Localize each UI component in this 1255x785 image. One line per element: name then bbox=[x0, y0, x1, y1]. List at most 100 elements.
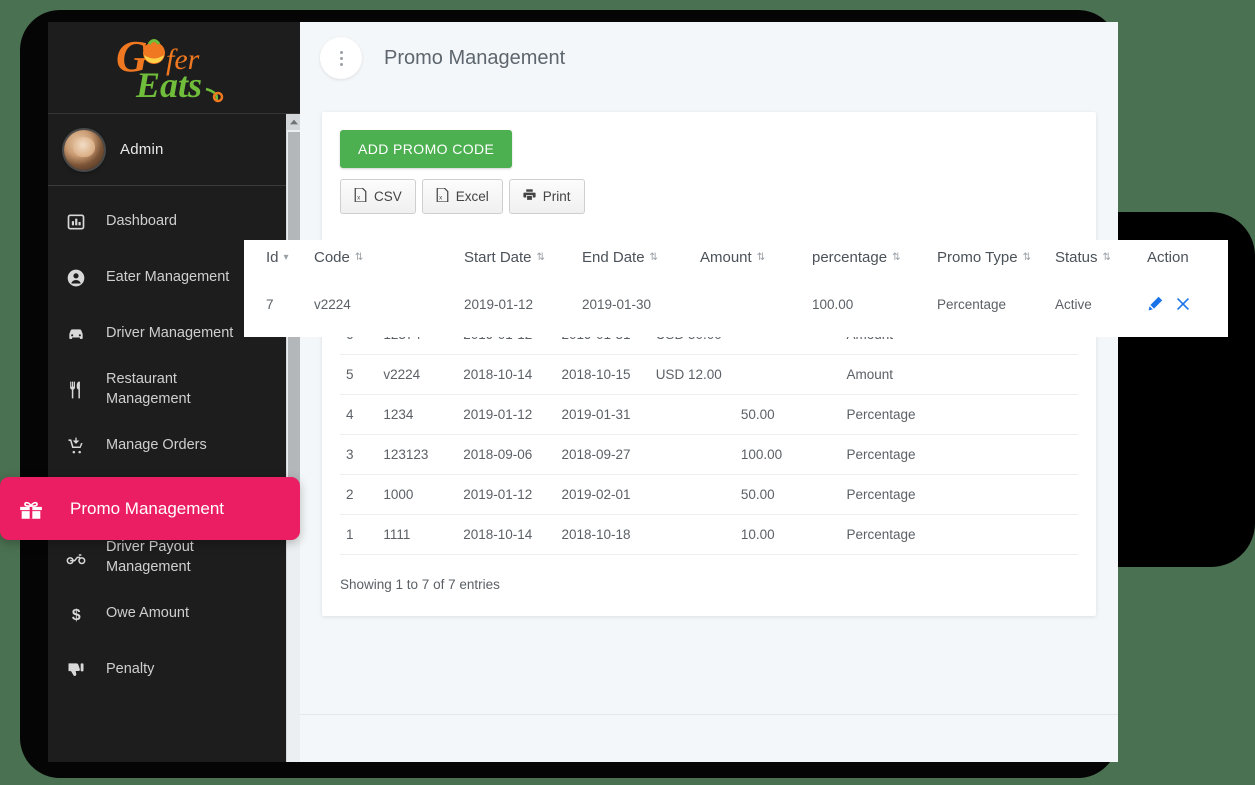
column-header-id[interactable]: Id ▾ bbox=[260, 240, 308, 280]
cell-start-date: 2018-10-14 bbox=[457, 514, 556, 555]
print-label: Print bbox=[542, 189, 571, 204]
cell-promo-type: Percentage bbox=[840, 434, 949, 475]
table-row: 3 123123 2018-09-06 2018-09-27 100.00 Pe… bbox=[340, 434, 1078, 475]
overlay-header-row: Id ▾ Code ⇅ Start Date ⇅ End Date ⇅ Amount ⇅ … bbox=[260, 240, 1228, 280]
user-profile[interactable]: Admin bbox=[48, 114, 300, 186]
cell-promo-type: Percentage bbox=[840, 394, 949, 435]
cell-code: 1234 bbox=[377, 394, 458, 435]
cart-plus-icon bbox=[66, 436, 106, 456]
sort-desc-icon: ▾ bbox=[283, 252, 289, 264]
motorcycle-icon bbox=[66, 548, 106, 568]
main-footer bbox=[300, 714, 1118, 762]
sidebar-item-label: Driver Management bbox=[106, 325, 234, 342]
cell-amount bbox=[649, 394, 735, 435]
cell-action bbox=[1022, 434, 1078, 475]
cell-action bbox=[1022, 474, 1078, 515]
print-button[interactable]: Print bbox=[508, 179, 585, 214]
app-window: G fer Eats Admin Dashboard Eater Managem… bbox=[48, 22, 1118, 762]
overlay-table: Id ▾ Code ⇅ Start Date ⇅ End Date ⇅ Amount ⇅ … bbox=[260, 240, 1228, 324]
sidebar-item-label: Driver Payout Management bbox=[106, 539, 194, 575]
sidebar: G fer Eats Admin Dashboard Eater Managem… bbox=[48, 22, 301, 762]
export-excel-label: Excel bbox=[455, 189, 489, 204]
showing-entries-text: Showing 1 to 7 of 7 entries bbox=[340, 577, 500, 592]
page-title: Promo Management bbox=[384, 46, 566, 69]
user-name: Admin bbox=[120, 141, 164, 158]
cell-percentage bbox=[734, 354, 841, 395]
column-label: Start Date bbox=[464, 249, 532, 266]
sidebar-item-label: Promo Management bbox=[70, 498, 225, 518]
kebab-menu-icon[interactable] bbox=[320, 37, 362, 79]
export-excel-button[interactable]: x Excel bbox=[421, 179, 503, 214]
pencil-icon[interactable] bbox=[1147, 296, 1163, 312]
column-header-status[interactable]: Status ⇅ bbox=[1049, 240, 1141, 280]
column-header-code[interactable]: Code ⇅ bbox=[308, 240, 458, 280]
scroll-up-arrow-icon[interactable] bbox=[287, 114, 301, 130]
sidebar-item-label: Owe Amount bbox=[106, 605, 190, 622]
cell-id: 3 bbox=[340, 434, 378, 475]
sidebar-item-penalty[interactable]: Penalty bbox=[48, 642, 300, 698]
sidebar-item-label: Penalty bbox=[106, 661, 155, 678]
export-csv-label: CSV bbox=[374, 189, 402, 204]
cell-amount bbox=[649, 434, 735, 475]
column-header-percentage[interactable]: percentage ⇅ bbox=[806, 240, 931, 280]
sort-icon: ⇅ bbox=[536, 252, 545, 264]
gofer-eats-logo-icon: G fer Eats bbox=[114, 31, 234, 105]
column-header-end-date[interactable]: End Date ⇅ bbox=[576, 240, 694, 280]
sidebar-item-restaurant-management[interactable]: Restaurant Management bbox=[48, 362, 300, 418]
cell-status bbox=[948, 514, 1022, 555]
cell-code: 123123 bbox=[377, 434, 458, 475]
sidebar-item-manage-orders[interactable]: Manage Orders bbox=[48, 418, 300, 474]
column-header-amount[interactable]: Amount ⇅ bbox=[694, 240, 806, 280]
table-row: 2 1000 2019-01-12 2019-02-01 50.00 Perce… bbox=[340, 474, 1078, 515]
svg-text:$: $ bbox=[72, 607, 81, 624]
car-icon bbox=[66, 324, 106, 344]
sort-icon: ⇅ bbox=[892, 252, 901, 264]
sidebar-scrollbar[interactable] bbox=[286, 114, 301, 762]
close-x-icon[interactable] bbox=[1175, 296, 1191, 312]
column-header-promo-type[interactable]: Promo Type ⇅ bbox=[931, 240, 1049, 280]
table-row: 7 v2224 2019-01-12 2019-01-30 100.00 Per… bbox=[260, 280, 1228, 324]
table-row: 1 1111 2018-10-14 2018-10-18 10.00 Perce… bbox=[340, 514, 1078, 555]
table-row: 4 1234 2019-01-12 2019-01-31 50.00 Perce… bbox=[340, 394, 1078, 435]
cell-percentage: 10.00 bbox=[734, 514, 841, 555]
svg-text:Eats: Eats bbox=[135, 65, 202, 105]
topbar: Promo Management bbox=[300, 22, 1118, 94]
cell-promo-type: Percentage bbox=[840, 474, 949, 515]
sidebar-item-owe-amount[interactable]: $ Owe Amount bbox=[48, 586, 300, 642]
add-promo-code-button[interactable]: ADD PROMO CODE bbox=[340, 130, 513, 168]
column-label: percentage bbox=[812, 249, 888, 266]
cell-code: v2224 bbox=[377, 354, 458, 395]
column-header-action: Action bbox=[1141, 240, 1228, 280]
cell-amount bbox=[649, 474, 735, 515]
brand-logo[interactable]: G fer Eats bbox=[48, 22, 300, 114]
dollar-icon: $ bbox=[66, 604, 106, 624]
sort-icon: ⇅ bbox=[649, 252, 658, 264]
cell-end-date: 2018-09-27 bbox=[555, 434, 650, 475]
column-label: Action bbox=[1147, 249, 1189, 266]
cell-amount bbox=[694, 280, 806, 324]
cell-id: 1 bbox=[340, 514, 378, 555]
cell-status bbox=[948, 354, 1022, 395]
cell-promo-type: Amount bbox=[840, 354, 949, 395]
cell-amount bbox=[649, 514, 735, 555]
sidebar-item-promo-management[interactable]: Promo Management bbox=[0, 477, 300, 540]
utensils-icon bbox=[66, 380, 106, 400]
avatar bbox=[64, 129, 104, 170]
cell-end-date: 2019-01-31 bbox=[555, 394, 650, 435]
printer-icon bbox=[523, 188, 536, 205]
cell-percentage: 50.00 bbox=[734, 394, 841, 435]
thumbs-down-icon bbox=[66, 660, 106, 680]
svg-text:x: x bbox=[439, 194, 442, 201]
cell-status bbox=[948, 394, 1022, 435]
cell-start-date: 2019-01-12 bbox=[464, 296, 534, 312]
column-header-start-date[interactable]: Start Date ⇅ bbox=[458, 240, 576, 280]
sidebar-item-label: Restaurant Management bbox=[106, 371, 191, 407]
file-excel-icon: x bbox=[436, 187, 449, 205]
cell-end-date: 2018-10-15 bbox=[555, 354, 650, 395]
sidebar-item-label: Dashboard bbox=[106, 213, 177, 230]
cell-start-date: 2019-01-12 bbox=[457, 394, 556, 435]
cell-status bbox=[948, 434, 1022, 475]
column-label: Amount bbox=[700, 249, 752, 266]
export-csv-button[interactable]: x CSV bbox=[340, 179, 416, 214]
cell-start-date: 2019-01-12 bbox=[457, 474, 556, 515]
